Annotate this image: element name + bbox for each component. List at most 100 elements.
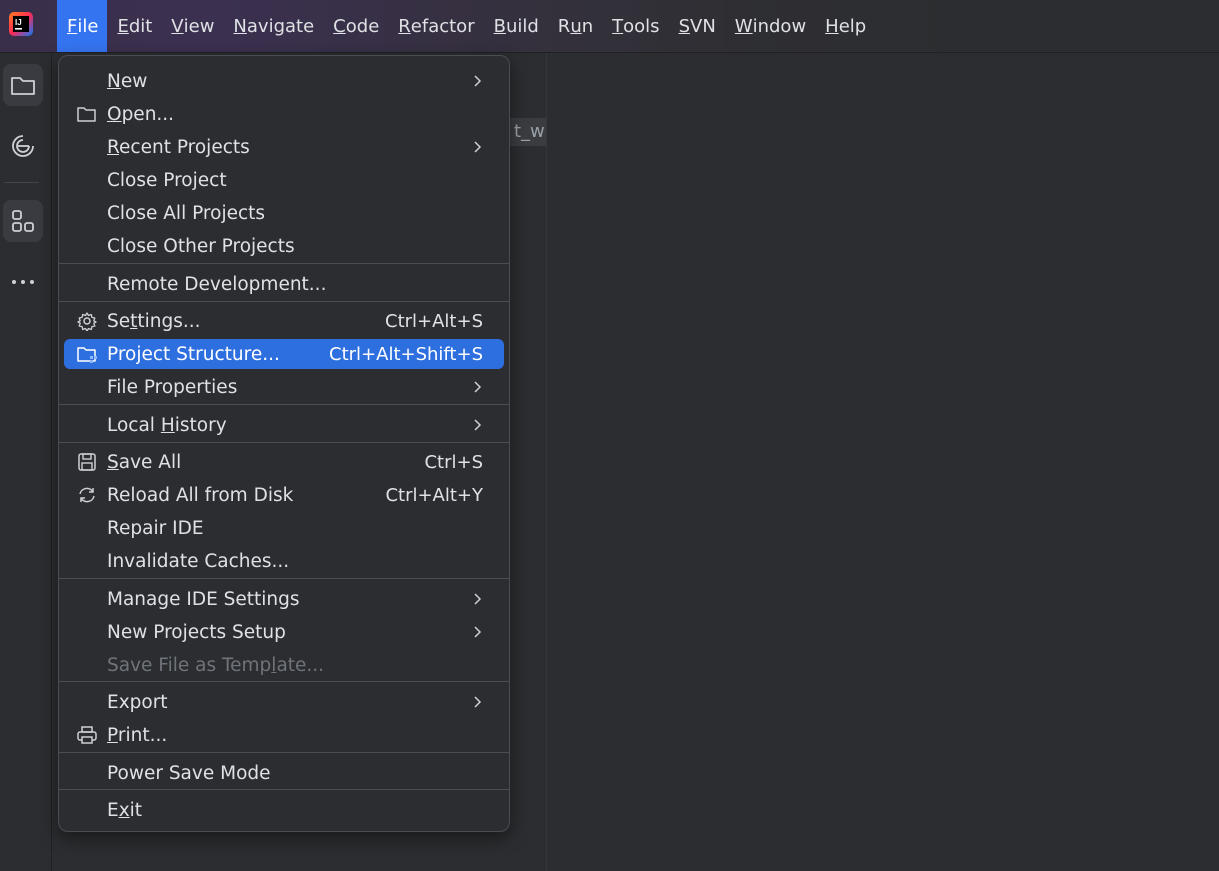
menu-mnemonic: N [233,15,247,37]
menu-refactor[interactable]: Refactor [388,0,483,52]
print-icon [76,725,98,745]
menu-label-part: ile [77,15,99,37]
menu-label-part: dit [128,15,153,37]
menu-tools[interactable]: Tools [602,0,668,52]
menu-item-recent-projects[interactable]: Recent Projects [64,132,504,162]
menu-item-manage-ide-settings[interactable]: Manage IDE Settings [64,584,504,614]
shortcut-label: Ctrl+Alt+Shift+S [329,343,483,365]
menu-run[interactable]: Run [548,0,602,52]
menu-label-part: ew [120,70,148,92]
menu-mnemonic: S [678,15,690,37]
ai-assistant-icon [12,135,34,157]
menu-label-part: Save File as Temp [107,654,272,676]
menu-item-settings[interactable]: Settings... Ctrl+Alt+S [64,306,504,336]
structure-tool-button[interactable] [3,200,43,242]
gear-icon [76,311,98,331]
menu-navigate[interactable]: Navigate [223,0,323,52]
menu-mnemonic: P [107,724,118,746]
menu-code[interactable]: Code [323,0,388,52]
menu-label-part: Close Other Projects [107,235,295,257]
menu-item-open[interactable]: Open... [64,99,504,129]
menu-build[interactable]: Build [484,0,548,52]
menu-mnemonic: R [398,15,411,37]
menu-label-part: uild [505,15,539,37]
menu-label-part: Remote Development... [107,273,327,295]
more-tools-button[interactable] [3,261,43,303]
menu-separator [59,789,509,790]
editor-divider [546,53,547,871]
menu-item-project-structure[interactable]: Project Structure... Ctrl+Alt+Shift+S [64,339,504,369]
menu-label-part: VN [690,15,716,37]
editor-tab-partial[interactable]: t_w [510,118,546,146]
intellij-logo-icon[interactable]: IJ [8,11,34,37]
menu-mnemonic: N [107,70,121,92]
menu-item-close-project[interactable]: Close Project [64,165,504,195]
menu-separator [59,301,509,302]
menu-item-label: Save All [107,452,181,473]
menu-item-file-properties[interactable]: File Properties [64,372,504,402]
menu-mnemonic: F [67,15,78,37]
menu-item-print[interactable]: Print... [64,720,504,750]
menu-item-label: Close Other Projects [107,236,295,257]
menu-svn[interactable]: S VN [669,0,725,52]
shortcut-label: Ctrl+Alt+S [385,310,483,332]
menu-label-part: Project Structure... [107,343,280,365]
menu-mnemonic: E [117,15,129,37]
menu-item-label: Print... [107,725,167,746]
menu-item-reload-all-from-disk[interactable]: Reload All from Disk Ctrl+Alt+Y [64,480,504,510]
chevron-right-icon [474,381,482,393]
menu-help[interactable]: Help [815,0,875,52]
menu-mnemonic: W [734,15,753,37]
menu-label-part: Local [107,414,161,436]
ai-assistant-tool-button[interactable] [3,125,43,167]
menu-item-remote-development[interactable]: Remote Development... [64,269,504,299]
menu-mnemonic: x [118,799,130,821]
menu-item-close-other-projects[interactable]: Close Other Projects [64,231,504,261]
menu-item-label: Manage IDE Settings [107,589,300,610]
menu-label-part: Manage IDE Settings [107,588,300,610]
menu-item-local-history[interactable]: Local History [64,410,504,440]
menu-mnemonic: T [612,15,624,37]
menu-item-close-all-projects[interactable]: Close All Projects [64,198,504,228]
shortcut-label: Ctrl+Alt+Y [385,484,483,506]
menu-item-invalidate-caches[interactable]: Invalidate Caches... [64,546,504,576]
menu-item-label: Invalidate Caches... [107,551,289,572]
menu-label-part: it [129,799,143,821]
menu-item-repair-ide[interactable]: Repair IDE [64,513,504,543]
menu-item-save-all[interactable]: Save All Ctrl+S [64,447,504,477]
folder-icon [76,104,98,124]
menu-label-part: n [581,15,594,37]
menu-label-part: ect [197,169,227,191]
project-folder-icon [11,77,35,95]
menu-label-part: Se [107,310,131,332]
menu-label-part: istory [174,414,227,436]
menu-item-label: New Projects Setup [107,622,286,643]
menu-edit[interactable]: Edit [107,0,161,52]
menu-item-exit[interactable]: Exit [64,795,504,825]
menu-item-export[interactable]: Export [64,687,504,717]
chevron-right-icon [474,75,482,87]
menu-mnemonic: S [107,451,119,473]
menu-label-part: Close Pro [107,169,193,191]
chevron-right-icon [474,626,482,638]
menu-separator [59,681,509,682]
menu-item-power-save-mode[interactable]: Power Save Mode [64,758,504,788]
menu-separator [59,442,509,443]
menu-label-part: ave All [118,451,182,473]
menu-label-part: Invalidate Caches... [107,550,290,572]
chevron-right-icon [474,141,482,153]
menu-mnemonic: V [171,15,184,37]
menu-window[interactable]: Window [725,0,815,52]
menu-label-part: ools [623,15,660,37]
menu-label-part: File Properties [107,376,238,398]
menu-item-label: Save File as Template... [107,655,324,676]
menu-view[interactable]: View [161,0,223,52]
menu-item-new[interactable]: New [64,66,504,96]
menu-file[interactable]: File [57,0,108,52]
chevron-right-icon [474,593,482,605]
menu-mnemonic: H [825,15,839,37]
left-tool-strip [0,53,52,871]
toolstrip-separator [4,182,39,183]
project-tool-button[interactable] [3,64,43,106]
menu-item-new-projects-setup[interactable]: New Projects Setup [64,617,504,647]
